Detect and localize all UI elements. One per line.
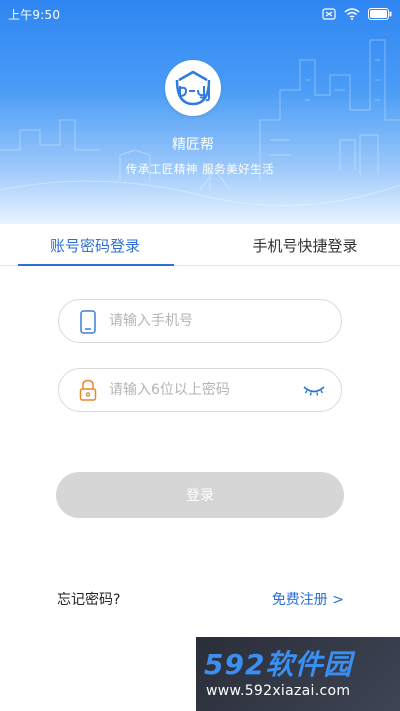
phone-input[interactable] [109, 308, 299, 334]
password-input[interactable] [109, 377, 299, 403]
watermark-url: www.592xiazai.com [206, 683, 351, 699]
app-slogan: 传承工匠精神 服务美好生活 [125, 162, 275, 176]
eye-closed-icon[interactable] [303, 383, 325, 402]
login-button[interactable]: 登录 [56, 472, 344, 518]
tab-account-password[interactable]: 账号密码登录 [0, 226, 190, 266]
login-tabs: 账号密码登录 手机号快捷登录 [0, 226, 400, 266]
logo-icon [175, 70, 211, 106]
status-icons [322, 5, 392, 23]
sim-icon [322, 8, 336, 20]
app-logo [165, 60, 221, 116]
app-name: 精匠帮 [172, 137, 214, 153]
status-time: 上午9:50 [8, 8, 61, 22]
forgot-password-link[interactable]: 忘记密码? [57, 589, 120, 609]
wifi-icon [344, 8, 360, 20]
lock-icon [79, 379, 97, 405]
watermark-title: 592软件园 [204, 648, 353, 681]
phone-icon [79, 310, 97, 338]
tab-phone-quick-login[interactable]: 手机号快捷登录 [210, 226, 400, 266]
site-watermark: 592软件园 www.592xiazai.com [196, 637, 400, 711]
password-field[interactable] [58, 368, 342, 412]
phone-field[interactable] [58, 299, 342, 343]
header-banner: 上午9:50 精匠帮 传承工匠精神 服务美好生活 [0, 0, 400, 224]
tab-active-indicator [18, 264, 174, 266]
battery-icon [368, 8, 392, 20]
status-bar: 上午9:50 [0, 0, 400, 28]
free-register-link[interactable]: 免费注册 > [272, 589, 344, 609]
